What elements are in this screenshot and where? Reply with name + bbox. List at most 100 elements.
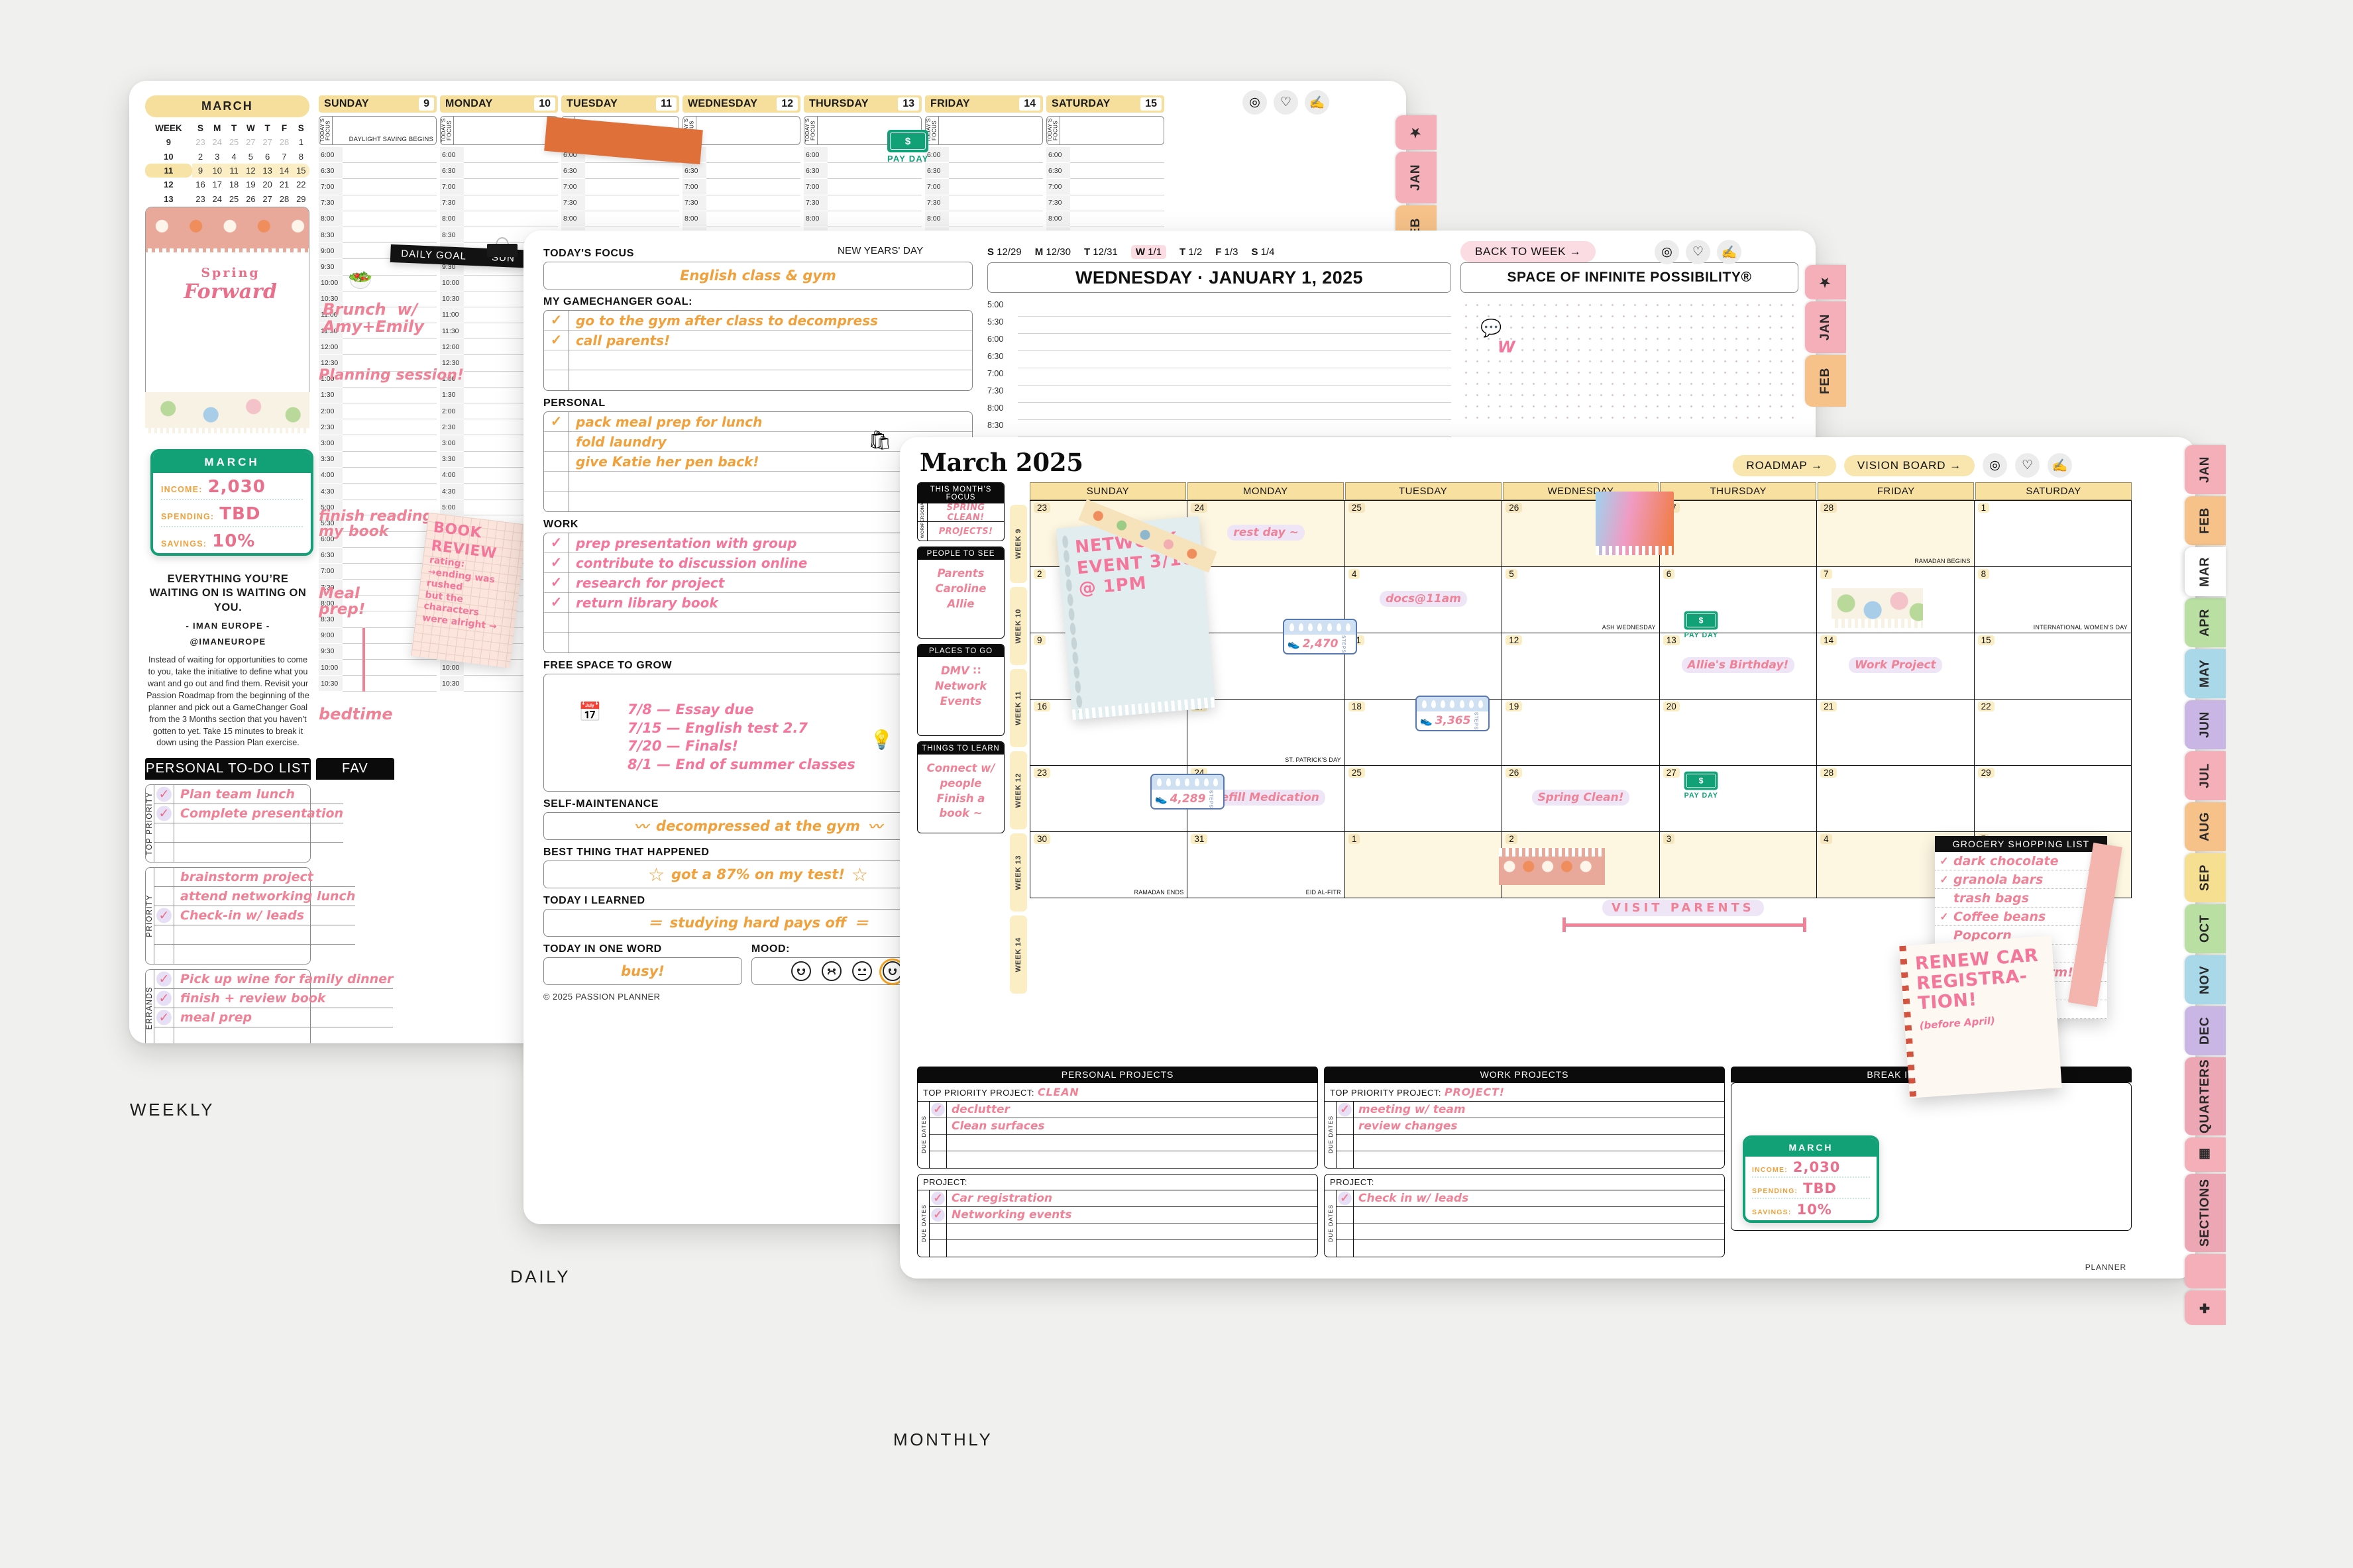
heart-icon[interactable]: ♡ <box>1274 90 1298 115</box>
slot-line[interactable] <box>1070 147 1164 164</box>
mini-cal-day[interactable]: 25 <box>225 135 242 149</box>
time-slot[interactable]: 6:00 <box>440 147 558 164</box>
slot-line[interactable] <box>828 195 922 211</box>
grocery-item[interactable]: trash bags <box>1935 889 2107 908</box>
project-checkbox[interactable] <box>1337 1135 1353 1151</box>
mini-cal-day[interactable]: 23 <box>192 135 209 149</box>
calendar-cell[interactable]: 4 docs@11am <box>1344 567 1503 633</box>
tab-sep[interactable]: SEP <box>2185 853 2226 902</box>
time-slot[interactable]: 10:00 <box>319 275 437 291</box>
calendar-cell[interactable]: 28 <box>1817 766 1975 832</box>
calendar-cell[interactable]: 27 <box>1659 501 1818 567</box>
slot-line[interactable] <box>464 179 558 195</box>
slot-line[interactable] <box>343 676 437 692</box>
calendar-cell[interactable]: 11 <box>1344 633 1503 700</box>
slot-line[interactable] <box>343 419 437 436</box>
time-slot[interactable]: 8:00 <box>561 211 679 227</box>
time-slot[interactable]: 8:30 <box>319 227 437 244</box>
project-checkbox[interactable] <box>930 1151 946 1168</box>
mini-cal-day[interactable]: 27 <box>259 192 276 206</box>
grocery-item[interactable]: ✓ dark chocolate <box>1935 852 2107 870</box>
work-project-box[interactable]: PROJECT: DUE DATES ✓ Check in w/ leads <box>1324 1174 1725 1257</box>
monthly-sidebar[interactable]: THIS MONTH’S FOCUS PERSONAL SPRING CLEAN… <box>917 482 1005 839</box>
calendar-cell[interactable]: 8 INTERNATIONAL WOMEN’S DAY <box>1974 567 2132 633</box>
calendar-cell[interactable]: 29 <box>1974 766 2132 832</box>
slot-line[interactable] <box>949 147 1043 164</box>
todo-item[interactable] <box>154 823 344 843</box>
places-to-go-card[interactable]: PLACES TO GO DMV ∷ Network Events <box>917 644 1005 736</box>
time-slot[interactable]: 6:30 <box>683 163 800 180</box>
slot-line[interactable] <box>1018 420 1451 437</box>
time-slot[interactable]: 3:00 <box>319 435 437 452</box>
mini-cal-day[interactable]: 22 <box>293 178 309 191</box>
tab-plus-icon[interactable]: ✚ <box>2185 1290 2226 1325</box>
list-checkbox[interactable]: ✓ <box>544 412 569 432</box>
list-item[interactable] <box>569 370 972 390</box>
day-nav-item[interactable]: S 1/4 <box>1251 246 1274 258</box>
mini-cal-day[interactable]: 10 <box>209 163 226 178</box>
tab-sections[interactable]: SECTIONS <box>2185 1174 2226 1252</box>
people-to-see-card[interactable]: PEOPLE TO SEE Parents Caroline Allie <box>917 547 1005 639</box>
calendar-cell[interactable]: 1 <box>1344 832 1503 898</box>
mini-cal-day[interactable]: 3 <box>209 149 225 163</box>
project-checkbox[interactable] <box>1337 1240 1353 1257</box>
slot-line[interactable] <box>343 163 437 180</box>
mini-cal-row[interactable]: 12 16 17 18 19 20 21 22 <box>145 178 309 191</box>
slot-line[interactable] <box>585 163 679 180</box>
calendar-cell[interactable]: 6 <box>1659 567 1818 633</box>
heart-icon[interactable]: ♡ <box>2015 453 2040 478</box>
slot-line[interactable] <box>343 452 437 468</box>
slot-line[interactable] <box>343 179 437 195</box>
project-item[interactable] <box>1354 1240 1724 1257</box>
mini-cal-day[interactable]: 19 <box>243 178 259 191</box>
time-slot[interactable]: 3:30 <box>319 451 437 468</box>
time-slot[interactable]: 8:00 <box>319 211 437 227</box>
slot-line[interactable] <box>1070 211 1164 227</box>
bookmark-star-tab[interactable]: ★ <box>1395 115 1437 150</box>
time-slot[interactable]: 6:00 <box>987 334 1451 351</box>
slot-line[interactable] <box>343 435 437 452</box>
this-months-focus-card[interactable]: THIS MONTH’S FOCUS PERSONAL SPRING CLEAN… <box>917 482 1005 541</box>
time-slot[interactable]: 5:30 <box>987 317 1451 334</box>
time-slot[interactable]: 7:00 <box>319 179 437 195</box>
tab-jun[interactable]: JUN <box>2185 700 2226 749</box>
todo-item[interactable] <box>154 843 343 862</box>
project-checkbox[interactable] <box>1337 1118 1353 1135</box>
project-item[interactable]: review changes <box>1354 1118 1724 1135</box>
slot-line[interactable] <box>828 163 922 180</box>
project-item[interactable]: Networking events <box>947 1207 1317 1224</box>
mini-cal-day[interactable]: 27 <box>243 135 259 149</box>
list-item[interactable] <box>569 350 972 370</box>
list-checkbox[interactable]: ✓ <box>544 593 569 613</box>
todo-checkbox[interactable] <box>154 843 174 862</box>
time-slot[interactable]: 4:00 <box>319 467 437 484</box>
calendar-cell[interactable]: 31 EID AL-FITR <box>1187 832 1345 898</box>
mood-crying-icon[interactable] <box>791 961 811 981</box>
list-checkbox[interactable] <box>544 370 569 390</box>
tab-quarters[interactable]: QUARTERS <box>2185 1057 2226 1135</box>
list-checkbox[interactable]: ✓ <box>544 573 569 593</box>
project-checkbox[interactable]: ✓ <box>930 1190 946 1207</box>
grocery-checkbox[interactable]: ✓ <box>1935 855 1953 868</box>
project-item[interactable]: meeting w/ team <box>1354 1102 1724 1118</box>
calendar-cell[interactable]: 14 Work Project <box>1817 633 1975 700</box>
target-icon[interactable]: ◎ <box>1655 240 1679 264</box>
focus-row[interactable]: PERSONAL SPRING CLEAN! <box>918 500 1004 525</box>
mini-cal-row[interactable]: 13 23 24 25 26 27 28 29 <box>145 192 309 206</box>
time-slot[interactable]: 7:00 <box>561 179 679 195</box>
tab-mar[interactable]: MAR <box>2185 547 2226 596</box>
todo-checkbox[interactable]: ✓ <box>154 970 174 988</box>
slot-line[interactable] <box>949 211 1043 227</box>
time-slot[interactable]: 6:00 <box>1046 147 1164 164</box>
time-slot[interactable]: 1:30 <box>319 387 437 403</box>
target-icon[interactable]: ◎ <box>1242 90 1267 115</box>
project-item[interactable] <box>947 1135 1317 1151</box>
project-checkbox[interactable] <box>930 1135 946 1151</box>
project-item[interactable] <box>947 1151 1317 1168</box>
time-slot[interactable]: 7:30 <box>925 195 1043 211</box>
tab-nov[interactable]: NOV <box>2185 955 2226 1004</box>
slot-line[interactable] <box>343 195 437 211</box>
slot-line[interactable] <box>343 211 437 227</box>
hand-writing-icon[interactable]: ✍ <box>1717 240 1741 264</box>
mini-cal-day[interactable]: 1 <box>293 135 309 149</box>
